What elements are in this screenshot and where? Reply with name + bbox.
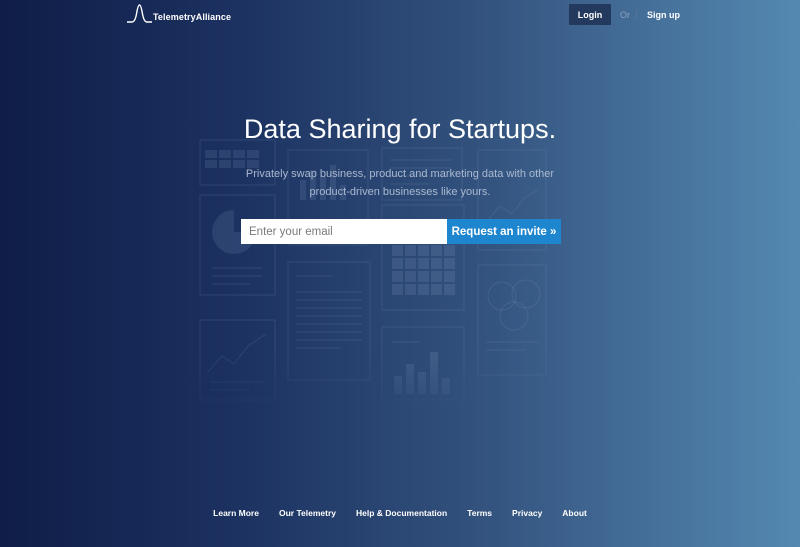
background-charts-illustration bbox=[199, 139, 547, 401]
footer-link-about[interactable]: About bbox=[562, 508, 587, 518]
auth-divider bbox=[636, 10, 637, 19]
login-button[interactable]: Login bbox=[569, 4, 611, 25]
footer-link-our-telemetry[interactable]: Our Telemetry bbox=[279, 508, 336, 518]
or-label: Or bbox=[620, 9, 630, 20]
invite-form: Request an invite » bbox=[241, 219, 561, 244]
request-invite-button[interactable]: Request an invite » bbox=[447, 219, 561, 244]
footer-nav: Learn More Our Telemetry Help & Document… bbox=[0, 508, 800, 518]
hero-subtitle: Privately swap business, product and mar… bbox=[245, 168, 555, 198]
spike-line-logo-icon bbox=[127, 4, 152, 23]
signup-link[interactable]: Sign up bbox=[647, 10, 680, 20]
footer-link-terms[interactable]: Terms bbox=[467, 508, 492, 518]
email-input[interactable] bbox=[241, 219, 447, 244]
auth-nav: Login Or Sign up bbox=[569, 4, 680, 25]
hero-title: Data Sharing for Startups. bbox=[243, 114, 557, 144]
footer-link-privacy[interactable]: Privacy bbox=[512, 508, 542, 518]
brand-name: TelemetryAlliance bbox=[153, 12, 232, 22]
footer-link-help-documentation[interactable]: Help & Documentation bbox=[356, 508, 447, 518]
footer-link-learn-more[interactable]: Learn More bbox=[213, 508, 259, 518]
brand-logo[interactable]: TelemetryAlliance bbox=[127, 4, 231, 24]
